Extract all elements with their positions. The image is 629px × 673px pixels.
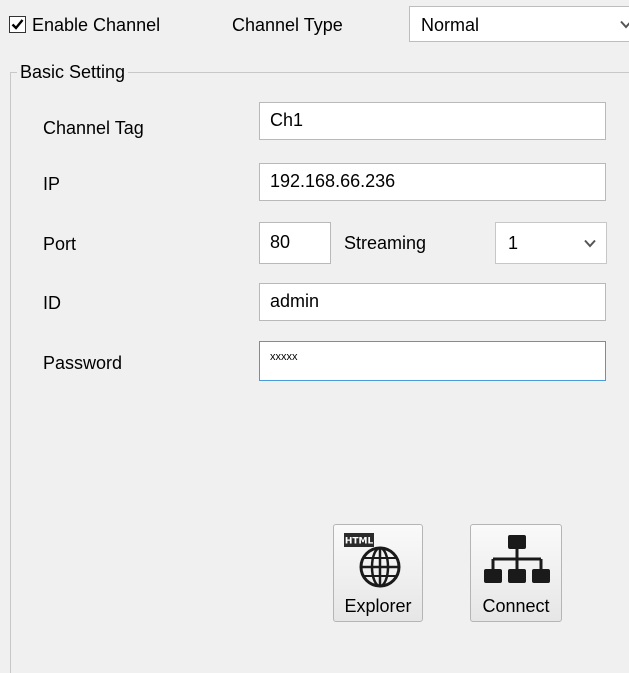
- id-input[interactable]: admin: [259, 283, 606, 321]
- enable-channel-checkbox[interactable]: [9, 16, 26, 33]
- chevron-down-icon: [584, 239, 596, 248]
- id-label: ID: [43, 293, 61, 313]
- id-value: admin: [270, 291, 320, 311]
- basic-setting-title: Basic Setting: [17, 61, 129, 83]
- html-badge-text: HTML: [345, 537, 374, 547]
- channel-tag-label: Channel Tag: [43, 118, 144, 138]
- html-globe-icon: HTML: [344, 533, 401, 588]
- channel-type-select[interactable]: Normal: [409, 6, 629, 42]
- channel-type-value: Normal: [421, 15, 480, 35]
- streaming-value: 1: [508, 233, 519, 253]
- explorer-label: Explorer: [344, 596, 412, 616]
- ip-value: 192.168.66.236: [270, 171, 396, 191]
- enable-channel-label[interactable]: Enable Channel: [32, 14, 160, 36]
- password-value: xxxxx: [270, 351, 298, 363]
- channel-tag-input[interactable]: Ch1: [259, 102, 606, 140]
- port-input[interactable]: 80: [259, 222, 331, 264]
- connect-button[interactable]: Connect: [470, 524, 562, 622]
- explorer-button[interactable]: HTML Explorer: [333, 524, 423, 622]
- port-value: 80: [270, 232, 291, 252]
- streaming-label: Streaming: [344, 233, 427, 253]
- port-label: Port: [43, 234, 77, 254]
- streaming-select[interactable]: 1: [495, 222, 607, 264]
- ip-input[interactable]: 192.168.66.236: [259, 163, 606, 201]
- ip-label: IP: [43, 174, 61, 194]
- password-label: Password: [43, 353, 123, 373]
- password-input[interactable]: xxxxx: [259, 341, 606, 381]
- channel-tag-value: Ch1: [270, 110, 304, 130]
- network-icon: [484, 535, 550, 583]
- channel-type-label: Channel Type: [232, 15, 343, 35]
- checkmark-icon: [11, 19, 24, 30]
- connect-label: Connect: [482, 596, 550, 616]
- chevron-down-icon: [620, 20, 629, 29]
